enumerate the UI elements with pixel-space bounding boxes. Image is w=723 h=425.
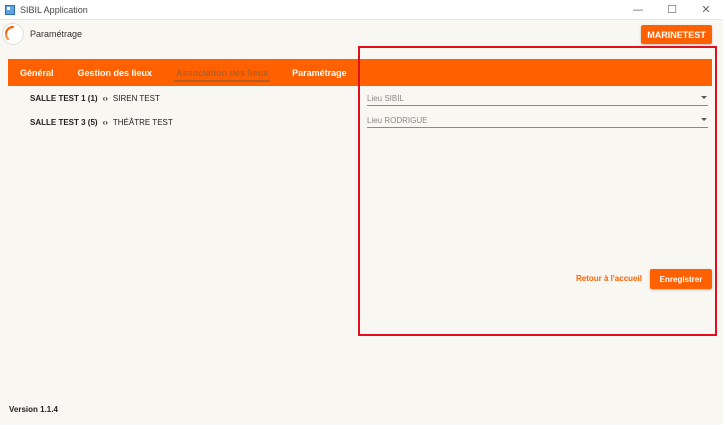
highlight-frame: [358, 46, 717, 336]
association-target-label: SIREN TEST: [112, 94, 160, 103]
tab-general[interactable]: Général: [20, 59, 54, 86]
close-button[interactable]: ✕: [689, 0, 723, 19]
association-link-icon: ‹›: [102, 94, 108, 103]
association-row-1: SALLE TEST 1 (1) ‹› SIREN TEST: [30, 94, 160, 103]
tab-gestion-des-lieux[interactable]: Gestion des lieux: [78, 59, 153, 86]
save-button[interactable]: Enregistrer: [650, 269, 712, 289]
window-title: SIBIL Application: [20, 4, 88, 15]
lieu-select-value: Lieu SIBIL: [367, 93, 404, 103]
association-link-icon: ‹›: [102, 118, 108, 127]
tab-parametrage[interactable]: Paramétrage: [292, 59, 347, 86]
association-target-label: THÉÂTRE TEST: [112, 118, 173, 127]
chevron-down-icon: [701, 96, 707, 99]
lieu-select-1[interactable]: Lieu SIBIL: [367, 91, 708, 106]
page-title: Paramétrage: [30, 29, 83, 39]
minimize-button[interactable]: —: [621, 0, 655, 19]
version-label: Version 1.1.4: [9, 405, 58, 414]
user-account-button[interactable]: MARINETEST: [641, 25, 712, 44]
association-source-label: SALLE TEST 1 (1): [30, 94, 98, 103]
window-controls: — ☐ ✕: [621, 0, 723, 19]
chevron-down-icon: [701, 118, 707, 121]
window-titlebar: SIBIL Application — ☐ ✕: [0, 0, 723, 20]
back-to-home-link[interactable]: Retour à l'accueil: [576, 274, 642, 283]
main-nav: Général Gestion des lieux Association de…: [8, 59, 712, 86]
association-row-2: SALLE TEST 3 (5) ‹› THÉÂTRE TEST: [30, 118, 173, 127]
maximize-button[interactable]: ☐: [655, 0, 689, 19]
association-source-label: SALLE TEST 3 (5): [30, 118, 98, 127]
lieu-select-2[interactable]: Lieu RODRIGUE: [367, 113, 708, 128]
app-window-icon: [5, 4, 15, 15]
tab-association-des-lieux[interactable]: Association des lieux: [174, 59, 271, 86]
lieu-select-value: Lieu RODRIGUE: [367, 115, 428, 125]
app-logo-icon: [2, 23, 24, 45]
